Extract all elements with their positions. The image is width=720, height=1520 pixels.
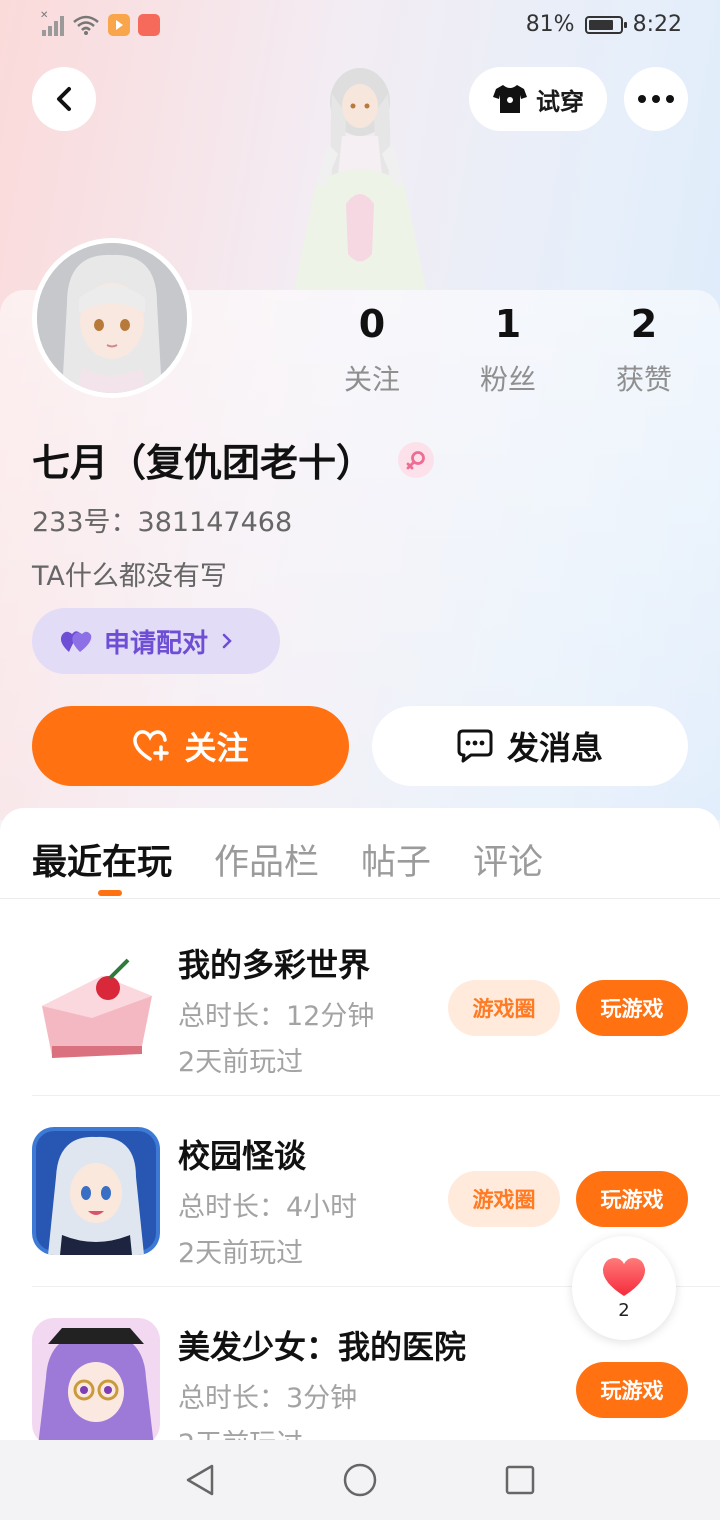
follow-button[interactable]: 关注	[32, 706, 349, 786]
stat-value: 2	[630, 302, 658, 346]
app-notification-icon	[108, 14, 130, 36]
tshirt-icon	[493, 85, 527, 113]
stat-label: 粉丝	[479, 363, 536, 396]
game-duration: 总时长：3分钟	[178, 1383, 358, 1414]
stat-likes[interactable]: 2 获赞	[594, 302, 694, 398]
game-last-played: 2天前玩过	[178, 1422, 303, 1440]
game-icon	[32, 1318, 160, 1440]
send-message-button[interactable]: 发消息	[372, 706, 688, 786]
status-bar: ✕ 81% 8:22	[0, 0, 720, 56]
tab-recently-played[interactable]: 最近在玩	[32, 834, 172, 885]
tab-comments[interactable]: 评论	[473, 834, 543, 885]
game-last-played: 2天前玩过	[178, 1047, 304, 1078]
nav-recents-button[interactable]	[500, 1460, 540, 1500]
stat-value: 1	[494, 302, 522, 346]
username: 七月（复仇团老十）	[32, 441, 375, 485]
tab-indicator	[98, 890, 122, 896]
game-name: 我的多彩世界	[178, 946, 371, 984]
circle-home-icon	[343, 1463, 377, 1497]
profile-avatar[interactable]	[32, 238, 192, 398]
more-button[interactable]	[624, 67, 688, 131]
game-circle-button[interactable]: 游戏圈	[448, 980, 560, 1036]
chevron-right-icon	[222, 633, 232, 649]
send-message-label: 发消息	[506, 729, 603, 767]
game-duration: 总时长：12分钟	[178, 1001, 375, 1032]
stat-fans[interactable]: 1 粉丝	[458, 302, 558, 398]
stat-label: 关注	[343, 363, 400, 396]
game-circle-button[interactable]: 游戏圈	[448, 1171, 560, 1227]
stat-label: 获赞	[615, 363, 672, 396]
play-game-button[interactable]: 玩游戏	[576, 980, 688, 1036]
tab-works[interactable]: 作品栏	[214, 834, 319, 885]
play-game-button[interactable]: 玩游戏	[576, 1171, 688, 1227]
user-bio: TA什么都没有写	[32, 561, 227, 592]
avatar-image	[37, 243, 187, 393]
app-notification-icon	[138, 14, 160, 36]
game-duration: 总时长：4小时	[178, 1192, 358, 1223]
system-navigation-bar	[0, 1440, 720, 1520]
battery-icon	[584, 15, 627, 34]
cellular-signal-icon: ✕	[40, 10, 64, 36]
nav-back-button[interactable]	[180, 1460, 220, 1500]
chevron-left-icon	[57, 87, 71, 111]
triangle-back-icon	[186, 1464, 214, 1496]
tab-posts[interactable]: 帖子	[361, 834, 431, 885]
request-pair-button[interactable]: 申请配对	[32, 608, 280, 674]
clock: 8:22	[632, 12, 682, 37]
character-figure	[294, 68, 426, 290]
play-game-button[interactable]: 玩游戏	[576, 1362, 688, 1418]
follow-label: 关注	[184, 729, 249, 767]
divider	[0, 898, 720, 899]
try-on-label: 试穿	[536, 87, 584, 116]
like-button[interactable]: 2	[572, 1236, 676, 1340]
try-on-button[interactable]: 试穿	[469, 67, 607, 131]
double-heart-icon	[60, 631, 92, 652]
game-name: 美发少女：我的医院	[178, 1328, 467, 1366]
game-name: 校园怪谈	[178, 1137, 307, 1175]
user-id: 233号：381147468	[32, 507, 293, 538]
heart-icon	[602, 1257, 646, 1296]
request-pair-label: 申请配对	[104, 628, 209, 659]
list-item[interactable]: 我的多彩世界 总时长：12分钟 2天前玩过 游戏圈 玩游戏	[0, 906, 720, 1096]
stat-value: 0	[358, 302, 386, 346]
chat-bubble-icon	[457, 729, 493, 763]
like-count: 2	[618, 1299, 630, 1321]
battery-percent: 81%	[525, 12, 575, 37]
nav-home-button[interactable]	[340, 1460, 380, 1500]
female-gender-icon	[398, 441, 435, 478]
square-recents-icon	[505, 1465, 535, 1495]
divider	[32, 1095, 720, 1096]
game-icon	[32, 1127, 160, 1255]
username-row: 七月（复仇团老十）	[32, 432, 435, 487]
wifi-icon	[73, 15, 99, 35]
heart-plus-icon	[133, 730, 170, 761]
more-dots-icon	[638, 95, 674, 103]
game-icon	[32, 936, 160, 1064]
tab-bar: 最近在玩 作品栏 帖子 评论	[32, 834, 543, 885]
stat-following[interactable]: 0 关注	[322, 302, 422, 398]
back-button[interactable]	[32, 67, 96, 131]
game-last-played: 2天前玩过	[178, 1238, 304, 1269]
